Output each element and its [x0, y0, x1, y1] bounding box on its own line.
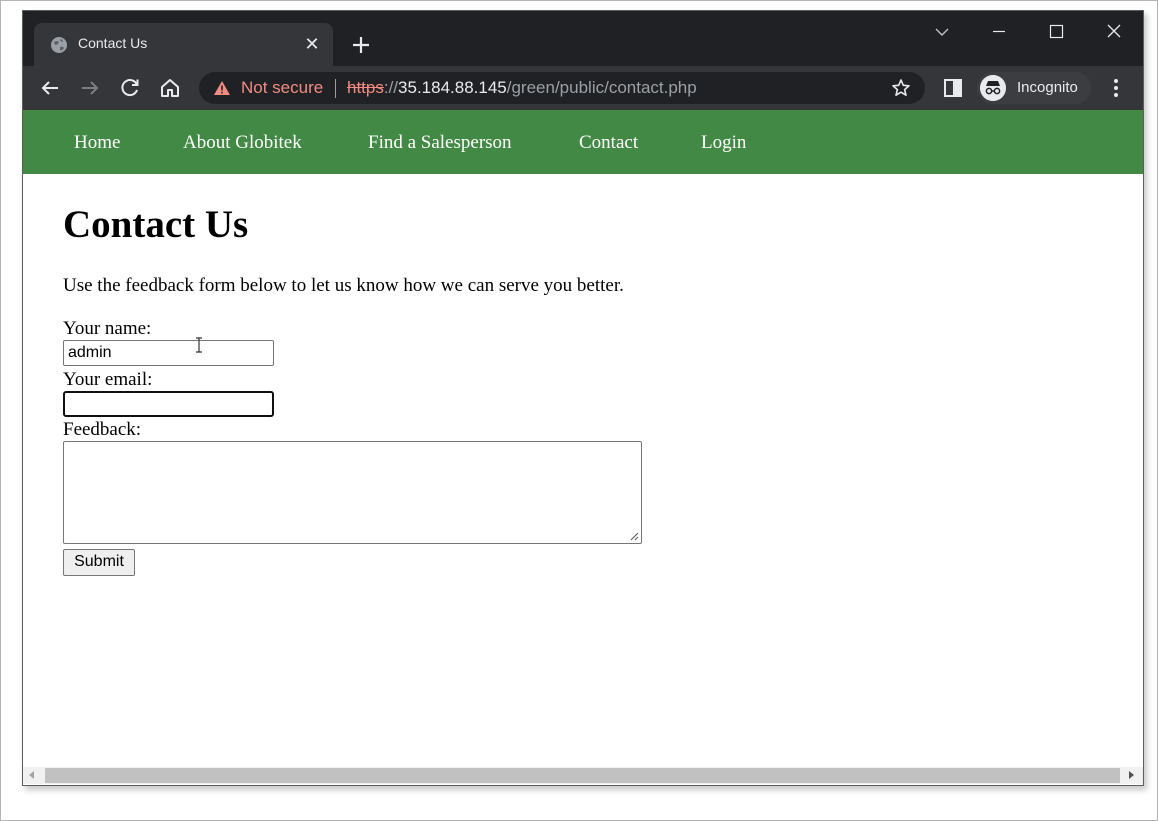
tab-contact-us[interactable]: Contact Us ✕ [34, 23, 333, 66]
nav-link-login[interactable]: Login [701, 132, 746, 154]
url-scheme: https [347, 78, 384, 97]
kebab-menu-icon[interactable] [1104, 76, 1128, 100]
tab-title: Contact Us [78, 35, 148, 51]
site-navbar: Home About Globitek Find a Salesperson C… [23, 110, 1143, 174]
url-text[interactable]: https://35.184.88.145/green/public/conta… [347, 78, 697, 98]
page-title: Contact Us [63, 203, 249, 246]
globe-icon [51, 37, 67, 53]
minimize-icon[interactable] [979, 21, 1019, 43]
feedback-label: Feedback: [63, 419, 142, 440]
browser-window: Contact Us ✕ Not secure https://35.184.8… [22, 10, 1144, 786]
tab-strip: Contact Us ✕ [23, 11, 1143, 66]
side-panel-icon[interactable] [941, 76, 965, 100]
address-bar[interactable]: Not secure https://35.184.88.145/green/p… [199, 72, 925, 104]
reload-icon[interactable] [118, 76, 142, 100]
home-icon[interactable] [158, 76, 182, 100]
nav-link-contact[interactable]: Contact [579, 132, 638, 154]
url-host: 35.184.88.145 [398, 78, 507, 97]
feedback-textarea[interactable] [63, 441, 642, 544]
nav-link-find-salesperson[interactable]: Find a Salesperson [368, 132, 512, 154]
forward-arrow-icon[interactable] [78, 76, 102, 100]
email-label: Your email: [63, 369, 153, 390]
close-icon[interactable]: ✕ [301, 33, 323, 55]
profile-label: Incognito [1017, 79, 1078, 96]
email-input[interactable] [63, 391, 274, 417]
plus-icon[interactable] [349, 33, 373, 57]
submit-button[interactable]: Submit [63, 549, 135, 576]
close-window-icon[interactable] [1094, 21, 1134, 43]
star-icon[interactable] [891, 78, 911, 98]
resize-grip-icon[interactable] [629, 531, 639, 541]
text-cursor-icon [196, 337, 202, 353]
nav-link-home[interactable]: Home [74, 132, 120, 154]
horizontal-scrollbar[interactable] [23, 767, 1143, 784]
maximize-icon[interactable] [1036, 21, 1076, 43]
back-arrow-icon[interactable] [38, 76, 62, 100]
nav-link-about[interactable]: About Globitek [183, 132, 302, 154]
security-label[interactable]: Not secure [241, 78, 323, 98]
name-input[interactable]: admin [63, 340, 274, 366]
browser-toolbar: Not secure https://35.184.88.145/green/p… [23, 66, 1143, 110]
url-separator: :// [383, 78, 399, 97]
scrollbar-thumb[interactable] [45, 768, 1120, 783]
incognito-icon [980, 75, 1006, 101]
name-label: Your name: [63, 318, 152, 339]
page-viewport: Home About Globitek Find a Salesperson C… [23, 110, 1143, 767]
scroll-right-icon[interactable] [1129, 771, 1134, 779]
incognito-profile-button[interactable]: Incognito [977, 72, 1091, 104]
url-path: /green/public/contact.php [506, 78, 697, 97]
scroll-left-icon[interactable] [29, 771, 34, 779]
chevron-down-icon[interactable] [922, 21, 962, 43]
divider [335, 79, 336, 98]
intro-text: Use the feedback form below to let us kn… [63, 275, 624, 296]
warning-icon [214, 81, 230, 95]
